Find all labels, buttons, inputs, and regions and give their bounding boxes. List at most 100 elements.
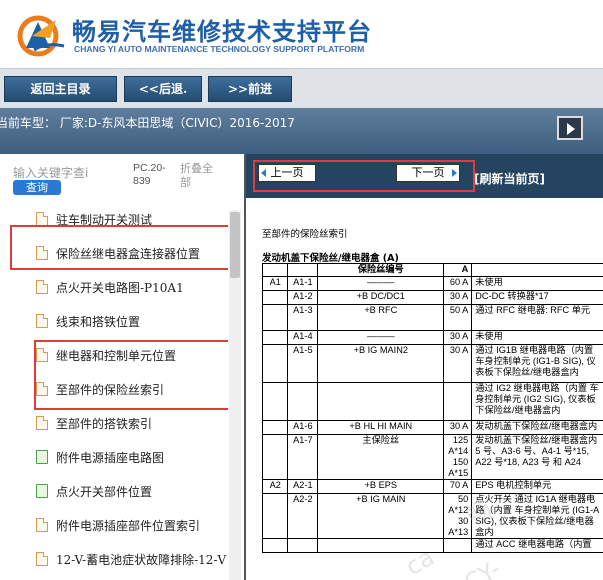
table-cell: +B IG MAIN bbox=[317, 493, 445, 539]
tree-item-label: 附件电源插座电路图 bbox=[56, 451, 165, 465]
table-cell: ——— bbox=[317, 276, 445, 291]
table-cell: +B IG MAIN2 bbox=[317, 344, 445, 383]
table-header-row: 保险丝编号 A bbox=[261, 263, 603, 277]
table-cell: 通过 IG1B 继电器电路（内置 车身控制单元 (IG1-B SIG), 仪表板… bbox=[471, 344, 603, 383]
prev-page-label: 上一页 bbox=[270, 166, 304, 179]
highlight-box bbox=[34, 340, 228, 410]
document-icon bbox=[36, 416, 48, 430]
table-cell: 30 A bbox=[443, 290, 473, 305]
table-header bbox=[471, 263, 603, 277]
table-cell: 60 A bbox=[443, 276, 473, 291]
watermark: CY- bbox=[459, 554, 506, 580]
table-row: A1-5 +B IG MAIN2 30 A 通过 IG1B 继电器电路（内置 车身控制… bbox=[261, 344, 603, 383]
tree-item[interactable]: 附件电源插座部件位置索引 bbox=[0, 508, 228, 542]
forward-button[interactable]: >>前进 bbox=[208, 76, 292, 102]
tree-item-label: 线束和搭铁位置 bbox=[56, 315, 141, 329]
table-row: A1-7 主保险丝 125 A*14 150 A*15 发动机盖下保险丝/继电器盒内 … bbox=[261, 434, 603, 480]
table-cell bbox=[261, 330, 289, 345]
table-cell bbox=[261, 434, 289, 480]
table-cell: 50 A bbox=[443, 304, 473, 331]
tree-item[interactable]: 点火开关部件位置 bbox=[0, 474, 228, 508]
table-row: A1 A1-1 ——— 60 A 未使用 bbox=[261, 276, 603, 291]
table-cell: +B DC/DC1 bbox=[317, 290, 445, 305]
brand-title: 畅易汽车维修技术支持平台 bbox=[72, 18, 372, 46]
table-cell: 通过 RFC 继电器: RFC 单元 bbox=[471, 304, 603, 331]
document-title: 至部件的保险丝索引 bbox=[262, 229, 348, 240]
back-button[interactable]: <<后退. bbox=[124, 76, 202, 102]
tree-item[interactable]: 点火开关电路图-P10A1 bbox=[0, 270, 228, 304]
table-cell: 主保险丝 bbox=[317, 434, 445, 480]
brand-subtitle: CHANG YI AUTO MAINTENANCE TECHNOLOGY SUP… bbox=[74, 44, 365, 54]
table-cell: +B EPS bbox=[317, 479, 445, 494]
table-cell: +B HL HI MAIN bbox=[317, 420, 445, 435]
table-cell bbox=[317, 538, 445, 553]
table-cell: A1-2 bbox=[287, 290, 319, 305]
table-cell bbox=[261, 420, 289, 435]
table-cell: A2 bbox=[261, 479, 289, 494]
document-subtitle: 发动机盖下保险丝/继电器盒 (A) bbox=[262, 253, 399, 264]
table-cell: +B RFC bbox=[317, 304, 445, 331]
table-row: A1-3 +B RFC 50 A 通过 RFC 继电器: RFC 单元 bbox=[261, 304, 603, 331]
table-cell: A1-6 bbox=[287, 420, 319, 435]
tree-item[interactable]: 12-V-蓄电池症状故障排除-12-V bbox=[0, 542, 228, 576]
table-cell bbox=[261, 382, 289, 421]
next-page-button[interactable]: 下一页 bbox=[396, 164, 460, 182]
refresh-page-link[interactable]: [刷新当前页] bbox=[474, 170, 545, 187]
model-bar: 当前车型： 厂家:D-东风本田思域（CIVIC）2016-2017 bbox=[0, 108, 603, 154]
home-button[interactable]: 返回主目录 bbox=[4, 76, 117, 102]
highlight-box bbox=[10, 225, 228, 270]
table-cell bbox=[261, 493, 289, 539]
document-icon bbox=[36, 280, 48, 294]
nav-bar: 返回主目录 <<后退. >>前进 bbox=[0, 68, 603, 108]
table-cell: 30 A bbox=[443, 420, 473, 435]
table-row: A1-4 ——— 30 A 未使用 bbox=[261, 330, 603, 345]
table-cell: 70 A bbox=[443, 479, 473, 494]
table-cell: 未使用 bbox=[471, 330, 603, 345]
query-button[interactable]: 查询 bbox=[13, 180, 61, 195]
table-cell: 通过 IG2 继电器电路（内置 车身控制单元 (IG2 SIG), 仪表板下保险… bbox=[471, 382, 603, 421]
play-arrow-icon bbox=[567, 123, 575, 135]
table-header bbox=[261, 263, 289, 277]
tree-item[interactable]: 线束和搭铁位置 bbox=[0, 304, 228, 338]
pc-code-label: PC.20-839 bbox=[133, 162, 166, 187]
tree-scrollbar[interactable] bbox=[229, 210, 241, 580]
table-header: A bbox=[443, 263, 473, 277]
table-cell: A2-2 bbox=[287, 493, 319, 539]
table-cell: 通过 ACC 继电器电路（内置 bbox=[471, 538, 603, 553]
left-arrow-icon bbox=[261, 169, 266, 177]
table-cell bbox=[261, 304, 289, 331]
table-cell: 125 A*14 150 A*15 bbox=[443, 434, 473, 480]
table-cell: A1-1 bbox=[287, 276, 319, 291]
table-row: A1-2 +B DC/DC1 30 A DC-DC 转换器*17 bbox=[261, 290, 603, 305]
folder-icon bbox=[36, 450, 48, 464]
prev-page-button[interactable]: 上一页 bbox=[258, 164, 316, 182]
collapse-all-link[interactable]: 折叠全部 bbox=[180, 162, 220, 190]
right-arrow-icon bbox=[452, 169, 457, 177]
next-page-label: 下一页 bbox=[411, 166, 445, 179]
scrollbar-thumb[interactable] bbox=[230, 212, 240, 278]
brand-logo-icon bbox=[17, 15, 65, 57]
table-cell bbox=[287, 538, 319, 553]
table-cell: A1-4 bbox=[287, 330, 319, 345]
document-icon bbox=[36, 552, 48, 566]
table-cell: A1 bbox=[261, 276, 289, 291]
table-row: A2 A2-1 +B EPS 70 A EPS 电机控制单元 bbox=[261, 479, 603, 494]
table-cell bbox=[287, 382, 319, 421]
panel-toggle-button[interactable] bbox=[557, 116, 583, 140]
table-header: 保险丝编号 bbox=[317, 263, 445, 277]
table-cell: 30 A bbox=[443, 344, 473, 383]
tree-panel: 输入关键字查i 查询 PC.20-839 折叠全部 驻车制动开关测试 保险丝继电… bbox=[0, 154, 244, 580]
search-input[interactable]: 输入关键字查i bbox=[13, 164, 88, 181]
tree-item-label: 点火开关部件位置 bbox=[56, 485, 153, 499]
table-row: A1-6 +B HL HI MAIN 30 A 发动机盖下保险丝/继电器盒内 bbox=[261, 420, 603, 435]
tree-list: 驻车制动开关测试 保险丝继电器盒连接器位置 点火开关电路图-P10A1 线束和搭… bbox=[0, 202, 228, 580]
tree-item[interactable]: 至部件的搭铁索引 bbox=[0, 406, 228, 440]
table-body: A1 A1-1 ——— 60 A 未使用 A1-2 +B DC/DC1 30 A DC-DC 转… bbox=[261, 276, 603, 553]
table-cell: 未使用 bbox=[471, 276, 603, 291]
tree-item[interactable]: 附件电源插座电路图 bbox=[0, 440, 228, 474]
table-cell: 30 A bbox=[443, 330, 473, 345]
table-cell: 发动机盖下保险丝/继电器盒内 5 号、A3-6 号、A4-1 号*15, A22… bbox=[471, 434, 603, 480]
table-cell: EPS 电机控制单元 bbox=[471, 479, 603, 494]
table-cell: A1-7 bbox=[287, 434, 319, 480]
table-cell bbox=[443, 538, 473, 553]
